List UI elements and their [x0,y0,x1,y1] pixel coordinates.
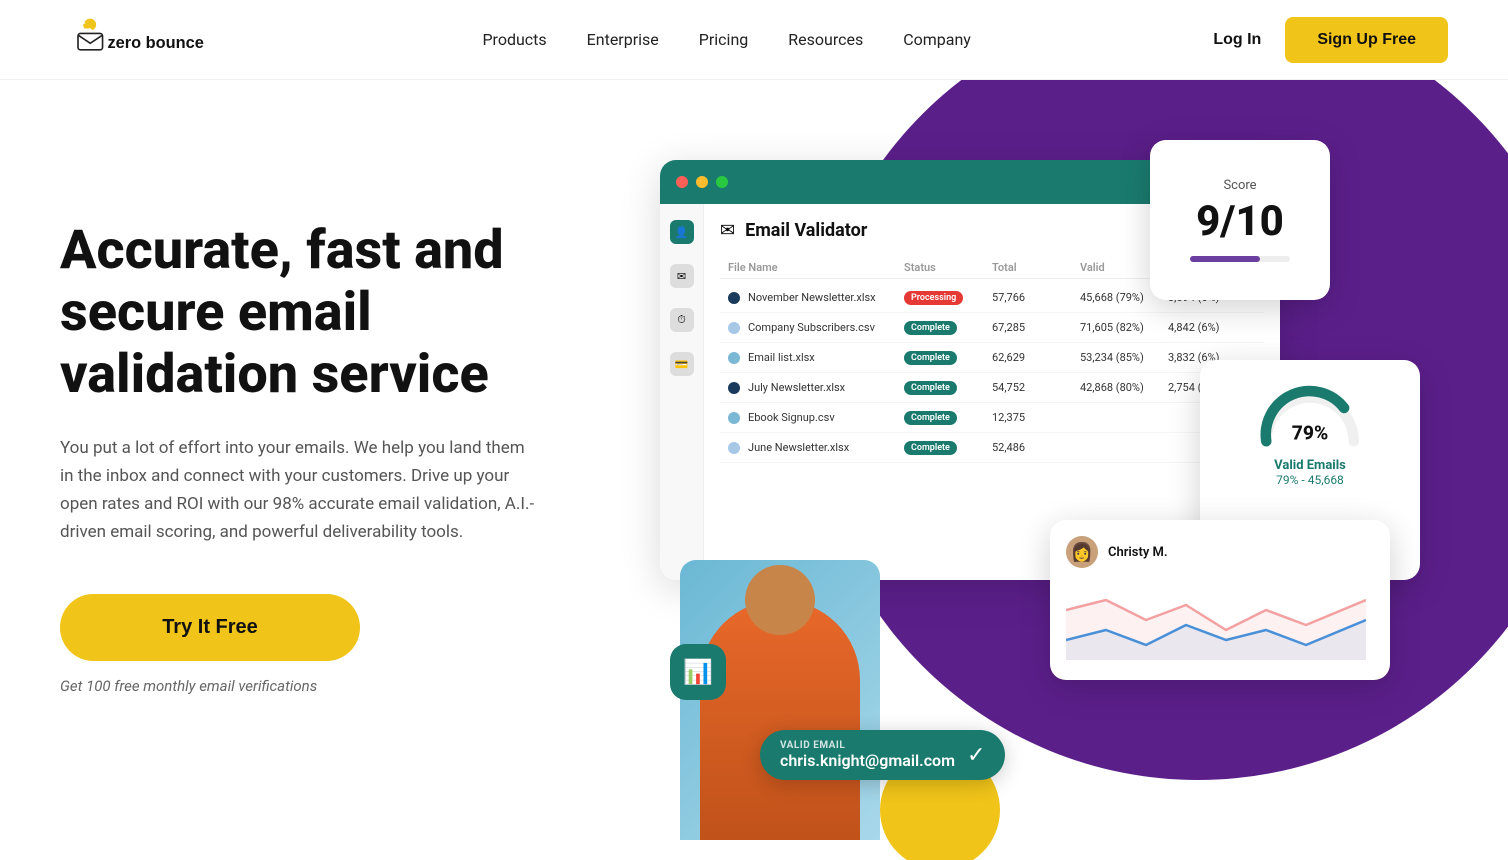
gauge-chart: 79% [1250,380,1370,450]
table-row: June Newsletter.xlsx Complete 52,486 [720,433,1264,463]
nav-products[interactable]: Products [482,30,546,49]
status-badge: Complete [904,381,957,395]
row-filename: Email list.xlsx [728,351,904,364]
logo[interactable]: zero bounce [60,14,240,66]
row-dot [728,352,740,364]
status-badge: Complete [904,351,957,365]
dashboard-title: Email Validator [745,220,867,241]
avatar: 👩 [1066,536,1098,568]
nav-company[interactable]: Company [903,30,971,49]
row-filename: Ebook Signup.csv [728,411,904,424]
person-photo [680,560,880,840]
score-bar [1190,256,1290,262]
row-filename: Company Subscribers.csv [728,321,904,334]
row-total: 67,285 [992,321,1080,334]
row-filename: July Newsletter.xlsx [728,381,904,394]
sidebar-icon-clock[interactable]: ⏱ [670,308,694,332]
login-button[interactable]: Log In [1213,31,1261,49]
check-icon: ✓ [967,743,985,768]
row-total: 62,629 [992,351,1080,364]
gauge-container: 79% [1220,380,1400,450]
score-label: Score [1223,178,1256,193]
navigation: zero bounce Products Enterprise Pricing … [0,0,1508,80]
status-badge: Complete [904,321,957,335]
person-head [745,565,815,635]
row-total: 12,375 [992,411,1080,424]
row-valid: 71,605 (82%) [1080,321,1168,334]
valid-label: Valid Emails [1220,458,1400,473]
line-chart [1066,580,1366,660]
row-total: 54,752 [992,381,1080,394]
row-status: Complete [904,320,992,335]
row-dot [728,382,740,394]
email-validator-icon: ✉ [720,220,735,241]
row-status: Complete [904,410,992,425]
row-invalid: 4,842 (6%) [1168,321,1256,334]
table-row: Email list.xlsx Complete 62,629 53,234 (… [720,343,1264,373]
row-dot [728,292,740,304]
row-dot [728,412,740,424]
window-dot-red [676,176,688,188]
row-valid: 53,234 (85%) [1080,351,1168,364]
nav-pricing[interactable]: Pricing [699,30,749,49]
person-silhouette [700,600,860,840]
try-free-button[interactable]: Try It Free [60,594,360,661]
table-row: Company Subscribers.csv Complete 67,285 … [720,313,1264,343]
row-dot [728,322,740,334]
svg-text:79%: 79% [1292,422,1328,445]
toast-label: VALID EMAIL [780,740,955,751]
chart-person-name: Christy M. [1108,545,1168,560]
hero-right: 👤 ✉ ⏱ 💳 ✉ Email Validator File Name Stat… [620,140,1448,840]
score-card: Score 9/10 [1150,140,1330,300]
col-status: Status [904,261,992,274]
sidebar-icon-card[interactable]: 💳 [670,352,694,376]
row-valid: 42,868 (80%) [1080,381,1168,394]
row-filename: June Newsletter.xlsx [728,441,904,454]
toast-email: chris.knight@gmail.com [780,751,955,770]
row-status: Complete [904,440,992,455]
hero-description: You put a lot of effort into your emails… [60,434,540,546]
row-status: Processing [904,290,992,305]
nav-links: Products Enterprise Pricing Resources Co… [482,30,970,49]
hero-left: Accurate, fast and secure email validati… [60,140,620,695]
row-dot [728,442,740,454]
row-status: Complete [904,380,992,395]
window-dot-yellow [696,176,708,188]
row-filename: November Newsletter.xlsx [728,291,904,304]
chart-card: 👩 Christy M. [1050,520,1390,680]
status-badge: Complete [904,441,957,455]
svg-text:zero bounce: zero bounce [107,34,203,52]
col-total: Total [992,261,1080,274]
col-filename: File Name [728,261,904,274]
valid-count: 79% - 45,668 [1220,473,1400,487]
sidebar-icon-user[interactable]: 👤 [670,220,694,244]
chart-person: 👩 Christy M. [1066,536,1374,568]
nav-resources[interactable]: Resources [788,30,863,49]
toast-text: VALID EMAIL chris.knight@gmail.com [780,740,955,770]
activity-icon: 📊 [683,658,713,686]
row-status: Complete [904,350,992,365]
row-total: 52,486 [992,441,1080,454]
status-badge: Processing [904,291,963,305]
activity-icon-card: 📊 [670,644,726,700]
window-dot-green [716,176,728,188]
score-bar-fill [1190,256,1260,262]
nav-enterprise[interactable]: Enterprise [587,30,659,49]
signup-button[interactable]: Sign Up Free [1285,17,1448,63]
dashboard-sidebar: 👤 ✉ ⏱ 💳 [660,204,704,580]
hero-title: Accurate, fast and secure email validati… [60,220,620,406]
table-row: July Newsletter.xlsx Complete 54,752 42,… [720,373,1264,403]
table-row: Ebook Signup.csv Complete 12,375 [720,403,1264,433]
table-rows: November Newsletter.xlsx Processing 57,7… [720,283,1264,463]
valid-email-toast: VALID EMAIL chris.knight@gmail.com ✓ [760,730,1005,780]
row-total: 57,766 [992,291,1080,304]
nav-actions: Log In Sign Up Free [1213,17,1448,63]
score-value: 9/10 [1196,197,1284,246]
free-note: Get 100 free monthly email verifications [60,677,620,695]
hero-section: Accurate, fast and secure email validati… [0,80,1508,860]
status-badge: Complete [904,411,957,425]
sidebar-icon-email[interactable]: ✉ [670,264,694,288]
